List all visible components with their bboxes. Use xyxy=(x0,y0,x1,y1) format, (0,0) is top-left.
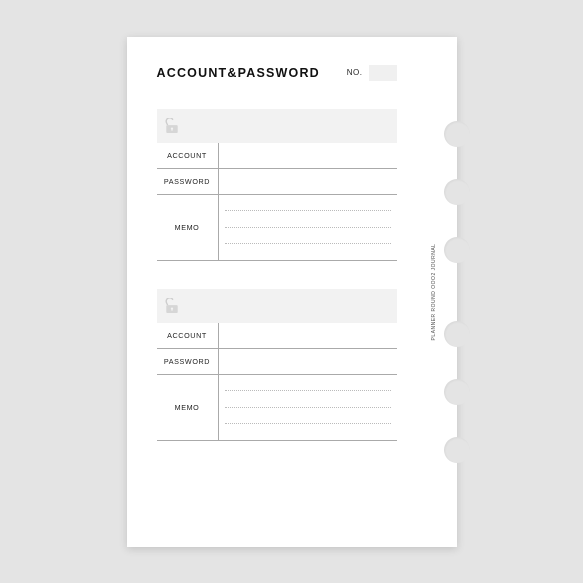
password-row: PASSWORD xyxy=(157,349,397,375)
memo-field[interactable] xyxy=(219,375,397,440)
memo-field[interactable] xyxy=(219,195,397,260)
page-number-label: NO. xyxy=(347,68,363,77)
account-field[interactable] xyxy=(219,143,397,168)
memo-lines xyxy=(225,195,391,260)
binder-hole xyxy=(444,179,470,205)
dotted-line xyxy=(225,407,391,408)
binder-hole xyxy=(444,237,470,263)
page-number-group: NO. xyxy=(347,65,397,81)
password-label: PASSWORD xyxy=(157,349,219,374)
dotted-line xyxy=(225,210,391,211)
binder-holes xyxy=(444,37,470,547)
planner-page: ACCOUNT&PASSWORD NO. ACCOUNT PASSWORD xyxy=(127,37,457,547)
entry-header xyxy=(157,289,397,323)
memo-row: MEMO xyxy=(157,375,397,441)
binder-hole xyxy=(444,121,470,147)
page-number-field[interactable] xyxy=(369,65,397,81)
memo-lines xyxy=(225,375,391,440)
password-field[interactable] xyxy=(219,169,397,194)
account-row: ACCOUNT xyxy=(157,143,397,169)
account-label: ACCOUNT xyxy=(157,143,219,168)
page-header: ACCOUNT&PASSWORD NO. xyxy=(157,65,427,81)
dotted-line xyxy=(225,390,391,391)
binder-hole xyxy=(444,321,470,347)
unlock-icon xyxy=(165,118,179,134)
dotted-line xyxy=(225,227,391,228)
account-row: ACCOUNT xyxy=(157,323,397,349)
memo-label: MEMO xyxy=(157,375,219,440)
page-title: ACCOUNT&PASSWORD xyxy=(157,66,320,80)
dotted-line xyxy=(225,243,391,244)
memo-row: MEMO xyxy=(157,195,397,261)
password-label: PASSWORD xyxy=(157,169,219,194)
memo-label: MEMO xyxy=(157,195,219,260)
binder-hole xyxy=(444,379,470,405)
entry-header xyxy=(157,109,397,143)
password-row: PASSWORD xyxy=(157,169,397,195)
binder-hole xyxy=(444,437,470,463)
credential-entry: ACCOUNT PASSWORD MEMO xyxy=(157,289,397,441)
credential-entry: ACCOUNT PASSWORD MEMO xyxy=(157,109,397,261)
unlock-icon xyxy=(165,298,179,314)
side-label: PLANNER ROUND OOO2 JOURNAL xyxy=(431,243,437,340)
account-label: ACCOUNT xyxy=(157,323,219,348)
dotted-line xyxy=(225,423,391,424)
password-field[interactable] xyxy=(219,349,397,374)
account-field[interactable] xyxy=(219,323,397,348)
